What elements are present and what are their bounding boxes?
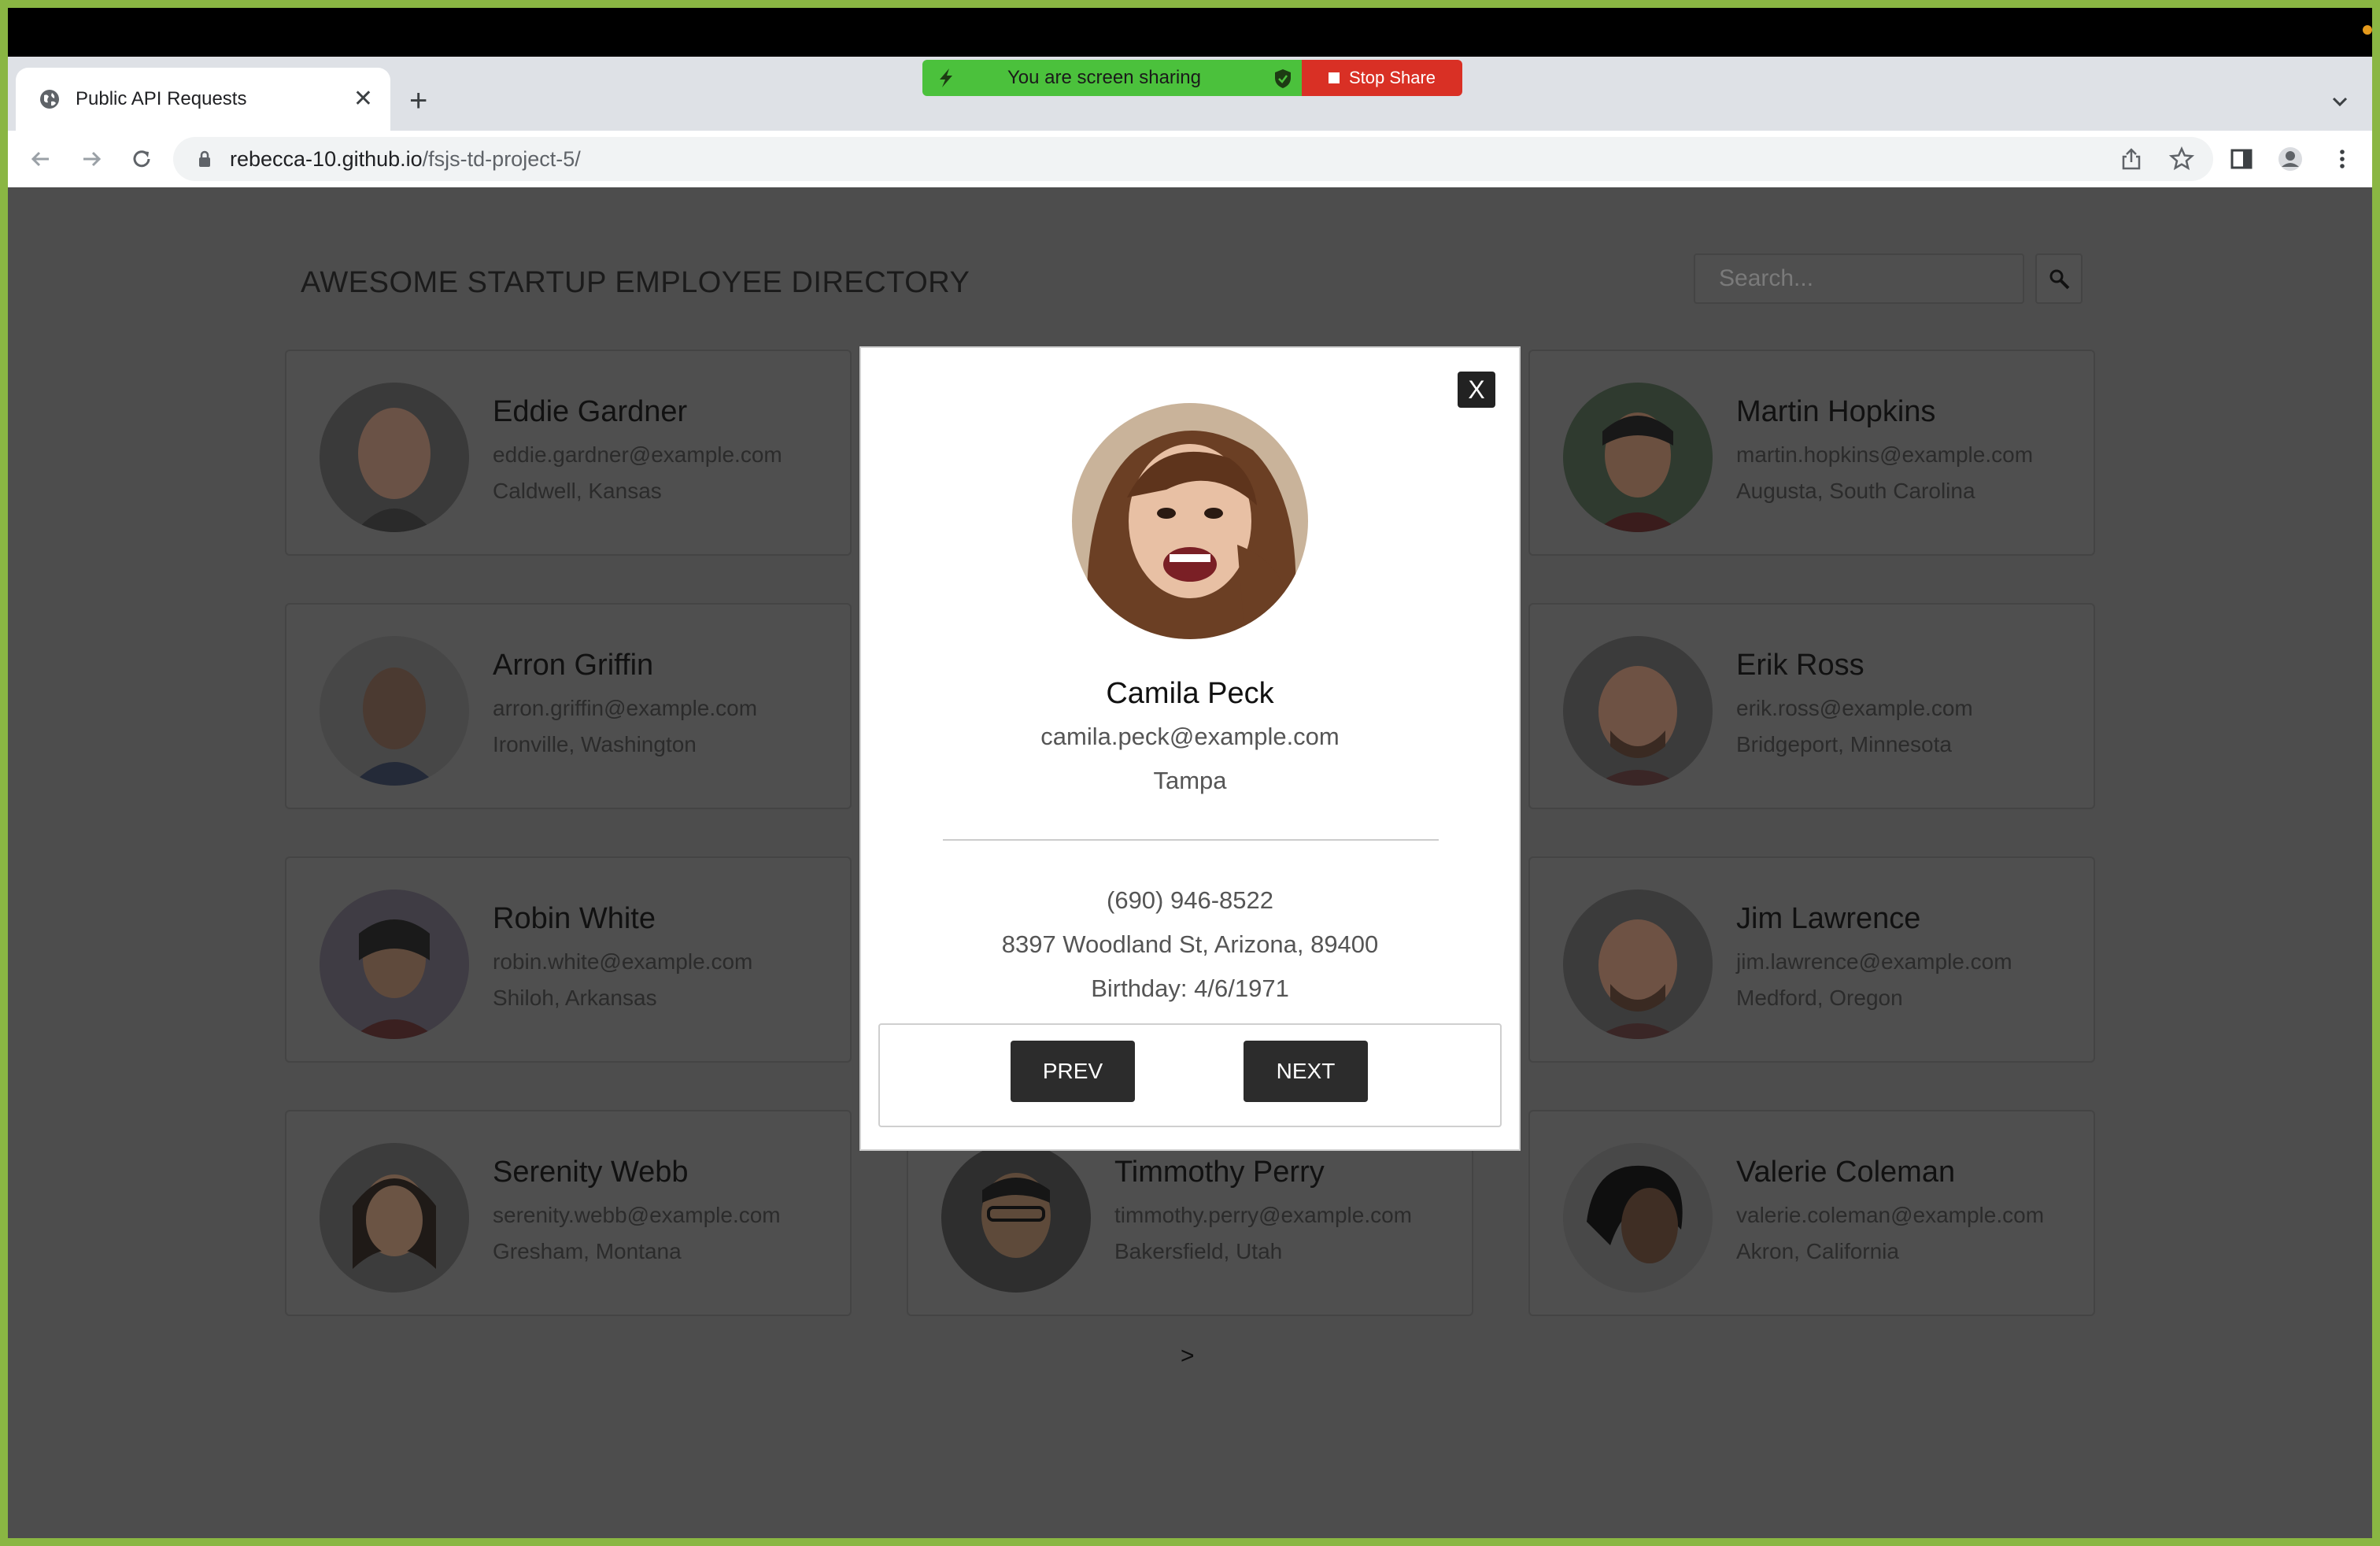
- stop-share-label: Stop Share: [1348, 68, 1436, 87]
- close-icon[interactable]: ✕: [353, 87, 373, 111]
- employee-email: erik.ross@example.com: [1736, 696, 1973, 720]
- mac-menu-bar: [8, 8, 2372, 57]
- forward-arrow-icon[interactable]: [77, 145, 105, 173]
- employee-name: Valerie Coleman: [1736, 1156, 1956, 1189]
- avatar: [1563, 890, 1713, 1039]
- employee-location: Shiloh, Arkansas: [493, 986, 657, 1010]
- employee-email: timmothy.perry@example.com: [1114, 1203, 1412, 1227]
- url-text: rebecca-10.github.io/fsjs-td-project-5/: [230, 137, 581, 181]
- employee-card[interactable]: Jim Lawrence jim.lawrence@example.com Me…: [1528, 856, 2095, 1063]
- avatar: [320, 383, 469, 532]
- lightning-icon: [940, 68, 952, 87]
- search-input[interactable]: [1694, 253, 2024, 304]
- employee-modal: X Camila Peck camila.peck@example.com Ta…: [859, 346, 1521, 1151]
- employee-name: Eddie Gardner: [493, 395, 688, 428]
- lock-icon[interactable]: [197, 150, 213, 168]
- kebab-menu-icon[interactable]: [2330, 146, 2355, 172]
- screen-share-status: You are screen sharing: [922, 60, 1302, 96]
- avatar: [320, 1143, 469, 1293]
- avatar: [1563, 383, 1713, 532]
- url-host: rebecca-10.github.io: [230, 147, 423, 171]
- stop-icon: [1328, 72, 1340, 83]
- share-icon[interactable]: [2119, 146, 2144, 172]
- star-icon[interactable]: [2169, 146, 2194, 172]
- employee-location: Caldwell, Kansas: [493, 479, 662, 503]
- prev-button[interactable]: PREV: [1011, 1041, 1135, 1102]
- avatar: [1563, 1143, 1713, 1293]
- address-bar[interactable]: rebecca-10.github.io/fsjs-td-project-5/: [173, 137, 2213, 181]
- profile-icon[interactable]: [2278, 146, 2303, 172]
- modal-birthday: Birthday: 4/6/1971: [1091, 975, 1289, 1002]
- employee-location: Gresham, Montana: [493, 1239, 682, 1263]
- modal-name: Camila Peck: [1106, 677, 1274, 710]
- search-icon: [2049, 269, 2070, 290]
- recording-indicator: [2363, 25, 2372, 35]
- employee-name: Serenity Webb: [493, 1156, 689, 1189]
- employee-location: Bridgeport, Minnesota: [1736, 732, 1952, 756]
- employee-email: jim.lawrence@example.com: [1736, 949, 2012, 974]
- tab-title: Public API Requests: [76, 88, 247, 109]
- modal-address: 8397 Woodland St, Arizona, 89400: [1001, 930, 1379, 958]
- employee-email: valerie.coleman@example.com: [1736, 1203, 2045, 1227]
- employee-card[interactable]: Robin White robin.white@example.com Shil…: [285, 856, 852, 1063]
- employee-card[interactable]: Erik Ross erik.ross@example.com Bridgepo…: [1528, 603, 2095, 809]
- sidebar-icon[interactable]: [2229, 146, 2254, 172]
- next-page-link[interactable]: >: [1181, 1343, 1195, 1370]
- employee-name: Jim Lawrence: [1736, 902, 1921, 935]
- avatar: [1563, 636, 1713, 786]
- screen-share-message: You are screen sharing: [1007, 67, 1201, 88]
- page-content: AWESOME STARTUP EMPLOYEE DIRECTORY Eddie…: [8, 187, 2372, 1538]
- employee-card[interactable]: Serenity Webb serenity.webb@example.com …: [285, 1110, 852, 1316]
- globe-icon: [40, 90, 59, 109]
- chevron-down-icon[interactable]: [2328, 90, 2352, 113]
- employee-location: Augusta, South Carolina: [1736, 479, 1975, 503]
- employee-card[interactable]: Arron Griffin arron.griffin@example.com …: [285, 603, 852, 809]
- employee-name: Arron Griffin: [493, 649, 654, 682]
- employee-name: Erik Ross: [1736, 649, 1864, 682]
- employee-card[interactable]: Eddie Gardner eddie.gardner@example.com …: [285, 350, 852, 556]
- modal-divider: [943, 839, 1439, 841]
- employee-location: Ironville, Washington: [493, 732, 697, 756]
- modal-avatar: [1072, 403, 1308, 639]
- employee-name: Timmothy Perry: [1114, 1156, 1325, 1189]
- employee-email: arron.griffin@example.com: [493, 696, 758, 720]
- modal-button-container: PREV NEXT: [878, 1023, 1502, 1127]
- avatar: [941, 1143, 1091, 1293]
- avatar: [320, 636, 469, 786]
- screen-share-banner: You are screen sharing Stop Share: [922, 60, 1462, 96]
- reload-icon[interactable]: [128, 145, 156, 173]
- avatar: [320, 890, 469, 1039]
- modal-city: Tampa: [1153, 767, 1227, 794]
- screen-frame: Public API Requests ✕ + You are screen s…: [8, 8, 2372, 1538]
- shield-check-icon: [1275, 69, 1291, 88]
- page-title: AWESOME STARTUP EMPLOYEE DIRECTORY: [301, 266, 970, 299]
- back-arrow-icon[interactable]: [27, 145, 55, 173]
- stop-share-button[interactable]: Stop Share: [1302, 60, 1462, 96]
- modal-close-button[interactable]: X: [1458, 372, 1495, 408]
- employee-name: Robin White: [493, 902, 656, 935]
- employee-location: Medford, Oregon: [1736, 986, 1903, 1010]
- employee-card[interactable]: Valerie Coleman valerie.coleman@example.…: [1528, 1110, 2095, 1316]
- employee-email: eddie.gardner@example.com: [493, 442, 782, 467]
- employee-card[interactable]: Martin Hopkins martin.hopkins@example.co…: [1528, 350, 2095, 556]
- modal-email: camila.peck@example.com: [1040, 723, 1340, 750]
- plus-icon[interactable]: +: [409, 85, 427, 117]
- employee-email: serenity.webb@example.com: [493, 1203, 781, 1227]
- modal-phone: (690) 946-8522: [1107, 886, 1273, 914]
- search-button[interactable]: [2035, 253, 2082, 304]
- browser-tab[interactable]: Public API Requests ✕: [16, 68, 390, 131]
- employee-email: martin.hopkins@example.com: [1736, 442, 2034, 467]
- employee-email: robin.white@example.com: [493, 949, 753, 974]
- employee-name: Martin Hopkins: [1736, 395, 1936, 428]
- url-path: /fsjs-td-project-5/: [422, 147, 581, 171]
- browser-toolbar: rebecca-10.github.io/fsjs-td-project-5/: [8, 131, 2372, 187]
- employee-location: Bakersfield, Utah: [1114, 1239, 1283, 1263]
- next-button[interactable]: NEXT: [1244, 1041, 1368, 1102]
- employee-location: Akron, California: [1736, 1239, 1899, 1263]
